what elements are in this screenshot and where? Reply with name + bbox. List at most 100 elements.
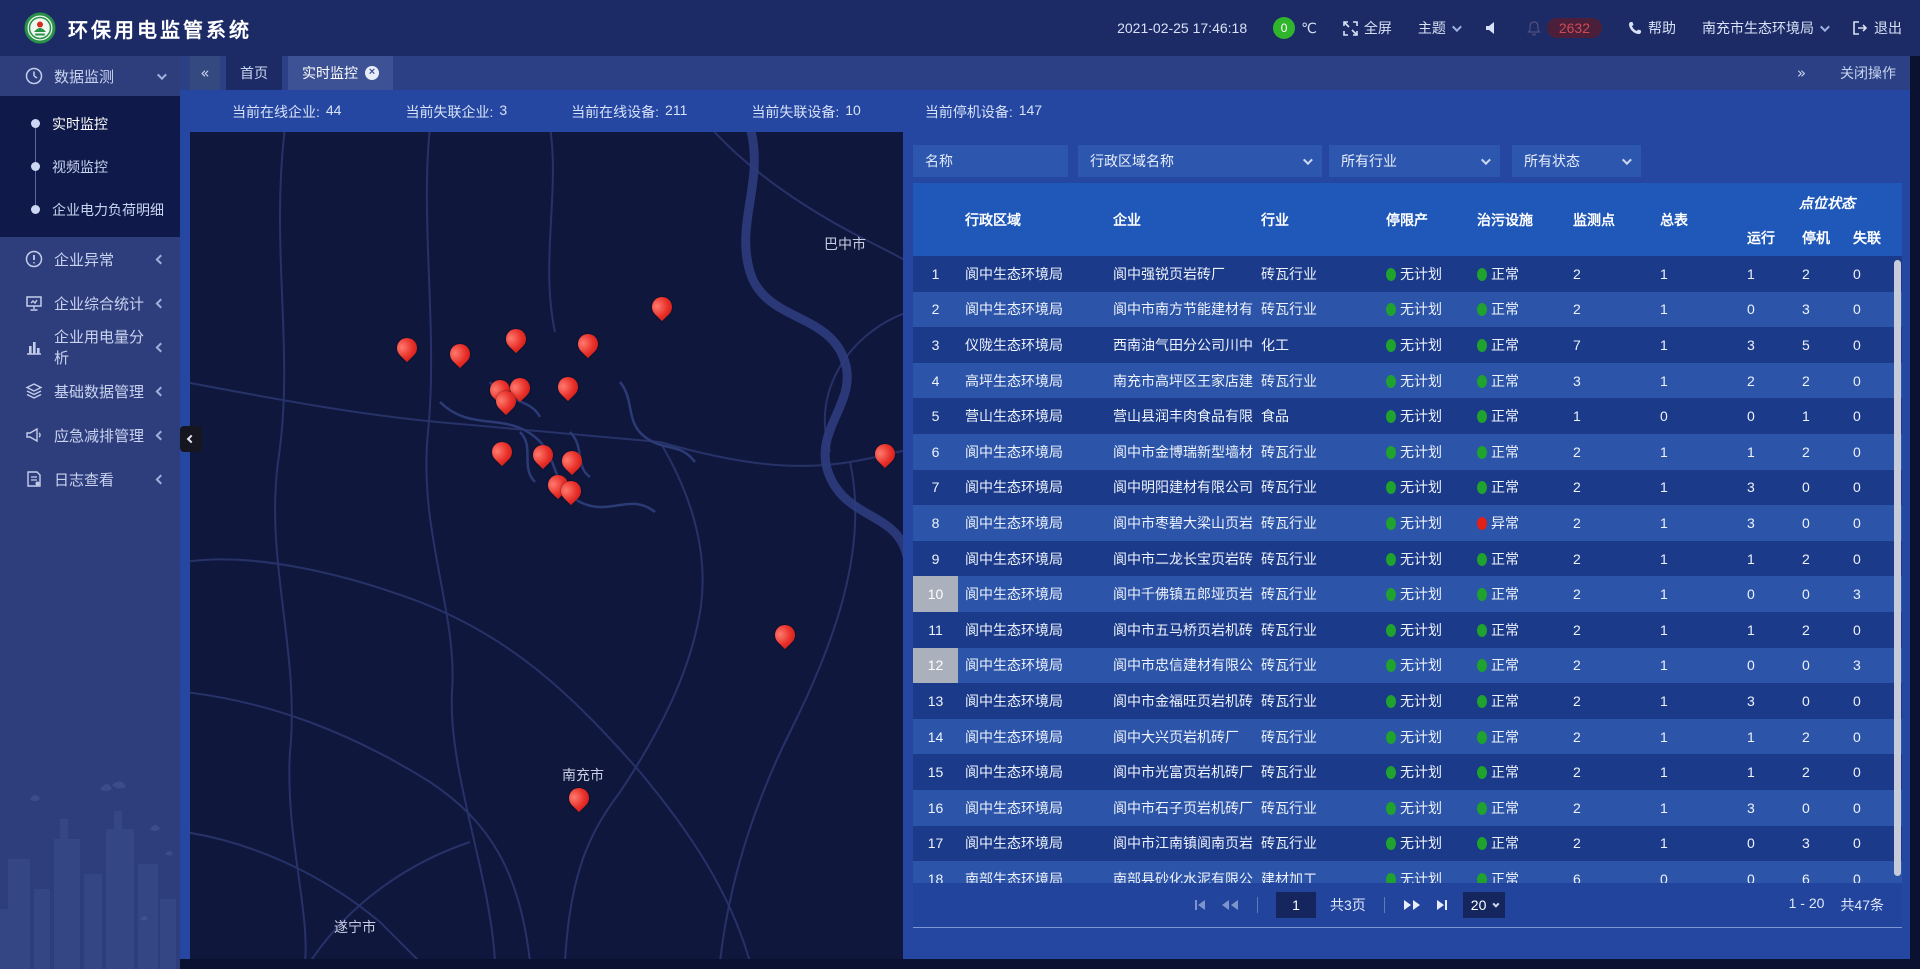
notification-count-badge: 2632 [1547, 18, 1602, 38]
table-row[interactable]: 14阆中生态环境局阆中大兴页岩机砖厂砖瓦行业无计划正常21120 [913, 719, 1902, 755]
cell-running: 0 [1740, 301, 1795, 317]
cell-industry: 砖瓦行业 [1254, 762, 1379, 782]
mute-button[interactable] [1485, 21, 1501, 35]
next-page-button[interactable] [1403, 898, 1421, 912]
cell-pollution-facility: 正常 [1470, 371, 1566, 391]
table-row[interactable]: 17阆中生态环境局阆中市江南镇阆南页岩砖瓦行业无计划正常21030 [913, 826, 1902, 862]
region-select[interactable]: 行政区域名称 [1078, 145, 1322, 177]
stats-board-icon [25, 294, 43, 312]
page-size-select[interactable]: 20 [1463, 892, 1506, 918]
cell-stop-production: 无计划 [1379, 371, 1470, 391]
sidebar-item-3[interactable]: 企业综合统计 [0, 281, 180, 325]
cell-total-meter: 1 [1653, 764, 1740, 780]
table-row[interactable]: 13阆中生态环境局阆中市金福旺页岩机砖砖瓦行业无计划正常21300 [913, 683, 1902, 719]
table-scrollbar[interactable] [1894, 260, 1901, 876]
megaphone-icon [25, 426, 43, 444]
chevron-down-icon [1303, 155, 1313, 165]
table-row[interactable]: 12阆中生态环境局阆中市忠信建材有限公砖瓦行业无计划正常21003 [913, 648, 1902, 684]
industry-select[interactable]: 所有行业 [1329, 145, 1500, 177]
cell-company: 南充市高坪区王家店建 [1106, 371, 1254, 391]
temperature-badge: 0 [1273, 17, 1295, 39]
table-row[interactable]: 6阆中生态环境局阆中市金博瑞新型墙材砖瓦行业无计划正常21120 [913, 434, 1902, 470]
name-search-input[interactable] [913, 145, 1068, 177]
sidebar-item-label: 数据监测 [54, 66, 157, 87]
sidebar-subitem-实时监控[interactable]: 实时监控 [0, 102, 180, 145]
sidebar-item-6[interactable]: 应急减排管理 [0, 413, 180, 457]
status-dot-icon [1386, 375, 1396, 388]
cell-total-meter: 1 [1653, 800, 1740, 816]
org-dropdown[interactable]: 南充市生态环境局 [1702, 18, 1827, 38]
table-body: 1阆中生态环境局阆中强锐页岩砖厂砖瓦行业无计划正常211202阆中生态环境局阆中… [913, 256, 1902, 883]
first-page-button[interactable] [1193, 898, 1207, 912]
cell-monitor-points: 2 [1566, 479, 1653, 495]
map-panel[interactable]: 巴中市南充市遂宁市 [190, 132, 903, 959]
tabs-scroll-left-button[interactable]: « [190, 56, 220, 90]
status-select[interactable]: 所有状态 [1512, 145, 1641, 177]
col-group-point-status: 点位状态 [1799, 193, 1855, 213]
cell-pollution-facility: 正常 [1470, 264, 1566, 284]
cell-monitor-points: 7 [1566, 337, 1653, 353]
theme-dropdown[interactable]: 主题 [1418, 18, 1459, 38]
table-row[interactable]: 7阆中生态环境局阆中明阳建材有限公司砖瓦行业无计划正常21300 [913, 470, 1902, 506]
sidebar-item-7[interactable]: 日志查看 [0, 457, 180, 501]
status-dot-icon [1386, 766, 1396, 779]
table-row[interactable]: 2阆中生态环境局阆中市南方节能建材有砖瓦行业无计划正常21030 [913, 292, 1902, 328]
table-row[interactable]: 18南部生态环境局南部县砂化水泥有限公建材加工无计划正常60060 [913, 861, 1902, 883]
table-row[interactable]: 5营山生态环境局营山县润丰肉食品有限食品无计划正常10010 [913, 398, 1902, 434]
temperature: 0 ℃ [1273, 17, 1317, 39]
cell-company: 阆中市五马桥页岩机砖 [1106, 620, 1254, 640]
logout-button[interactable]: 退出 [1853, 18, 1902, 38]
table-row[interactable]: 16阆中生态环境局阆中市石子页岩机砖厂砖瓦行业无计划正常21300 [913, 790, 1902, 826]
sidebar-subitem-视频监控[interactable]: 视频监控 [0, 145, 180, 188]
cell-total-meter: 1 [1653, 373, 1740, 389]
sidebar-item-4[interactable]: 企业用电量分析 [0, 325, 180, 369]
tab-home[interactable]: 首页 [226, 56, 282, 90]
timeline-dot-icon [31, 119, 40, 128]
cell-stopped: 0 [1795, 800, 1846, 816]
close-tab-icon[interactable]: × [365, 66, 379, 80]
table-row[interactable]: 15阆中生态环境局阆中市光富页岩机砖厂砖瓦行业无计划正常21120 [913, 754, 1902, 790]
cell-stop-production: 无计划 [1379, 833, 1470, 853]
tabs-scroll-right-button[interactable]: » [1797, 66, 1806, 81]
bar-chart-icon [25, 338, 43, 356]
table-row[interactable]: 3仪陇生态环境局西南油气田分公司川中化工无计划正常71350 [913, 327, 1902, 363]
cell-monitor-points: 2 [1566, 835, 1653, 851]
help-button[interactable]: 帮助 [1628, 18, 1676, 38]
sidebar-item-1[interactable]: 数据监测 [0, 56, 180, 96]
page-number-input[interactable]: 1 [1276, 892, 1316, 918]
table-row[interactable]: 10阆中生态环境局阆中千佛镇五郎垭页岩砖瓦行业无计划正常21003 [913, 576, 1902, 612]
skyline-decoration [0, 769, 180, 969]
cell-industry: 化工 [1254, 335, 1379, 355]
table-row[interactable]: 11阆中生态环境局阆中市五马桥页岩机砖砖瓦行业无计划正常21120 [913, 612, 1902, 648]
sidebar-item-5[interactable]: 基础数据管理 [0, 369, 180, 413]
last-page-button[interactable] [1435, 898, 1449, 912]
status-dot-icon [1386, 303, 1396, 316]
sidebar-subitem-企业电力负荷明细[interactable]: 企业电力负荷明细 [0, 188, 180, 231]
cell-stop-production: 无计划 [1379, 691, 1470, 711]
cell-pollution-facility: 正常 [1470, 691, 1566, 711]
table-row[interactable]: 9阆中生态环境局阆中市二龙长宝页岩砖砖瓦行业无计划正常21120 [913, 541, 1902, 577]
cell-industry: 砖瓦行业 [1254, 371, 1379, 391]
cell-total-meter: 1 [1653, 551, 1740, 567]
sidebar-item-label: 基础数据管理 [54, 381, 157, 402]
sidebar-submenu: 实时监控视频监控企业电力负荷明细 [0, 96, 180, 237]
cell-monitor-points: 6 [1566, 871, 1653, 883]
cell-pollution-facility: 正常 [1470, 869, 1566, 883]
cell-total-meter: 1 [1653, 586, 1740, 602]
org-name: 南充市生态环境局 [1702, 18, 1814, 38]
city-label-巴中市: 巴中市 [824, 234, 866, 254]
notifications[interactable]: 2632 [1527, 18, 1602, 38]
sidebar-collapse-handle[interactable] [180, 426, 202, 452]
table-row[interactable]: 8阆中生态环境局阆中市枣碧大梁山页岩砖瓦行业无计划异常21300 [913, 505, 1902, 541]
sidebar-subitem-label: 企业电力负荷明细 [52, 200, 164, 220]
status-dot-icon [1386, 659, 1396, 672]
fullscreen-button[interactable]: 全屏 [1343, 18, 1392, 38]
sidebar-item-2[interactable]: 企业异常 [0, 237, 180, 281]
table-row[interactable]: 1阆中生态环境局阆中强锐页岩砖厂砖瓦行业无计划正常21120 [913, 256, 1902, 292]
table-row[interactable]: 4高坪生态环境局南充市高坪区王家店建砖瓦行业无计划正常31220 [913, 363, 1902, 399]
close-operations-button[interactable]: 关闭操作 [1840, 63, 1896, 83]
cell-region: 阆中生态环境局 [958, 620, 1106, 640]
cell-index: 11 [913, 612, 958, 648]
tab-realtime-monitor[interactable]: 实时监控 × [288, 56, 393, 90]
prev-page-button[interactable] [1221, 898, 1239, 912]
